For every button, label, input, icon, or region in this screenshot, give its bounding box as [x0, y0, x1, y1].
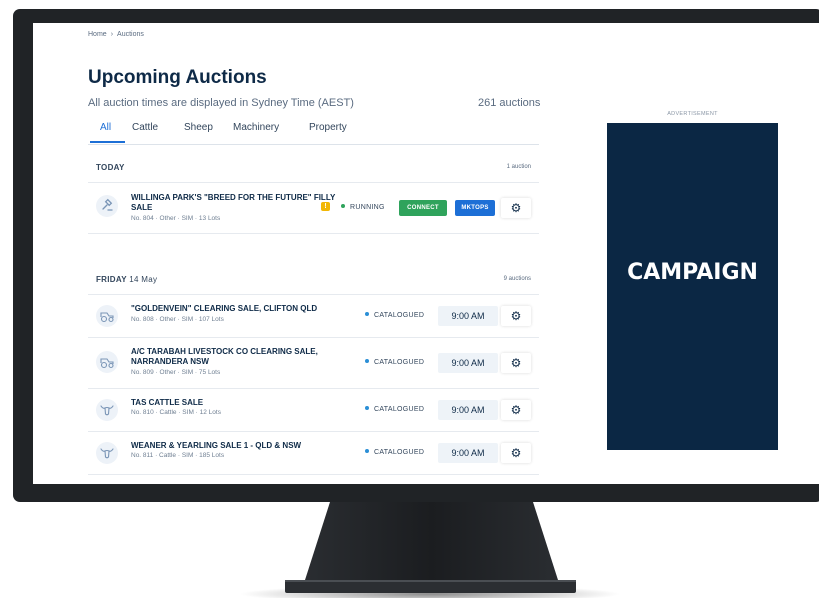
- breadcrumb-current: Auctions: [117, 31, 144, 38]
- auction-row[interactable]: "GOLDENVEIN" CLEARING SALE, CLIFTON QLD …: [88, 295, 539, 338]
- auction-meta: No. 804 · Other · SIM · 13 Lots: [131, 215, 221, 222]
- tab-sheep[interactable]: Sheep: [184, 122, 213, 133]
- page-title: Upcoming Auctions: [88, 67, 267, 88]
- status-dot: [365, 406, 369, 410]
- auction-row[interactable]: TAS CATTLE SALE No. 810 · Cattle · SIM ·…: [88, 389, 539, 432]
- status-dot: [341, 204, 345, 208]
- auction-time-button[interactable]: 9:00 AM: [438, 400, 498, 420]
- gear-icon: ⚙: [510, 446, 522, 460]
- status-running: RUNNING: [341, 204, 385, 211]
- cattle-icon: [96, 442, 118, 464]
- gear-icon: ⚙: [510, 403, 522, 417]
- auction-name[interactable]: WILLINGA PARK'S "BREED FOR THE FUTURE" F…: [131, 193, 341, 213]
- status-dot: [365, 359, 369, 363]
- breadcrumb: Home › Auctions: [88, 31, 144, 38]
- auction-name[interactable]: WEANER & YEARLING SALE 1 - QLD & NSW: [131, 441, 371, 451]
- settings-button[interactable]: ⚙: [501, 400, 531, 420]
- advertisement-text: CAMPAIGN: [627, 260, 758, 285]
- settings-button[interactable]: ⚙: [501, 198, 531, 218]
- active-tab-indicator: [90, 141, 125, 143]
- timezone-note: All auction times are displayed in Sydne…: [88, 97, 354, 109]
- tractor-icon: [96, 351, 118, 373]
- status-dot: [365, 312, 369, 316]
- status-dot: [365, 449, 369, 453]
- auction-row[interactable]: A/C TARABAH LIVESTOCK CO CLEARING SALE, …: [88, 338, 539, 389]
- tab-property[interactable]: Property: [309, 122, 347, 133]
- settings-button[interactable]: ⚙: [501, 306, 531, 326]
- status-catalogued: CATALOGUED: [365, 449, 424, 456]
- auction-meta: No. 810 · Cattle · SIM · 12 Lots: [131, 409, 221, 416]
- status-catalogued: CATALOGUED: [365, 406, 424, 413]
- auction-time-button[interactable]: 9:00 AM: [438, 353, 498, 373]
- gear-icon: ⚙: [510, 309, 522, 323]
- auction-meta: No. 809 · Other · SIM · 75 Lots: [131, 369, 221, 376]
- auction-meta: No. 808 · Other · SIM · 107 Lots: [131, 316, 224, 323]
- section-count: 1 auction: [506, 164, 531, 170]
- settings-button[interactable]: ⚙: [501, 353, 531, 373]
- cattle-icon: [96, 399, 118, 421]
- section-day: TODAY: [96, 163, 125, 172]
- screen: Home › Auctions Upcoming Auctions All auct…: [33, 23, 819, 484]
- breadcrumb-separator: ›: [110, 31, 114, 38]
- auction-count: 261 auctions: [478, 97, 541, 109]
- auction-row[interactable]: WEANER & YEARLING SALE 1 - QLD & NSW No.…: [88, 432, 539, 475]
- tab-all[interactable]: All: [100, 122, 111, 133]
- section-day: FRIDAY 14 May: [96, 275, 158, 284]
- gear-icon: ⚙: [510, 356, 522, 370]
- connect-button[interactable]: CONNECT: [399, 200, 447, 216]
- auction-name[interactable]: TAS CATTLE SALE: [131, 398, 341, 408]
- auction-meta: No. 811 · Cattle · SIM · 185 Lots: [131, 452, 225, 459]
- auction-time-button[interactable]: 9:00 AM: [438, 306, 498, 326]
- tab-cattle[interactable]: Cattle: [132, 122, 158, 133]
- advertisement-label: ADVERTISEMENT: [667, 111, 718, 117]
- section-header-today: TODAY 1 auction: [88, 156, 539, 183]
- gear-icon: ⚙: [510, 201, 522, 215]
- settings-button[interactable]: ⚙: [501, 443, 531, 463]
- tractor-icon: [96, 305, 118, 327]
- tab-machinery[interactable]: Machinery: [233, 122, 279, 133]
- section-count: 9 auctions: [503, 276, 531, 282]
- category-tabs: All Cattle Sheep Machinery Property: [88, 120, 539, 145]
- warning-icon[interactable]: !: [321, 202, 330, 211]
- status-catalogued: CATALOGUED: [365, 312, 424, 319]
- status-catalogued: CATALOGUED: [365, 359, 424, 366]
- auction-time-button[interactable]: 9:00 AM: [438, 443, 498, 463]
- mktops-button[interactable]: MKTOPS: [455, 200, 495, 216]
- auction-row[interactable]: WILLINGA PARK'S "BREED FOR THE FUTURE" F…: [88, 183, 539, 234]
- section-header-friday: FRIDAY 14 May 9 auctions: [88, 268, 539, 295]
- auction-name[interactable]: A/C TARABAH LIVESTOCK CO CLEARING SALE, …: [131, 347, 341, 367]
- breadcrumb-home-link[interactable]: Home: [88, 31, 107, 38]
- auction-name[interactable]: "GOLDENVEIN" CLEARING SALE, CLIFTON QLD: [131, 304, 341, 314]
- advertisement-banner[interactable]: CAMPAIGN: [607, 123, 778, 450]
- gavel-icon: [96, 195, 118, 217]
